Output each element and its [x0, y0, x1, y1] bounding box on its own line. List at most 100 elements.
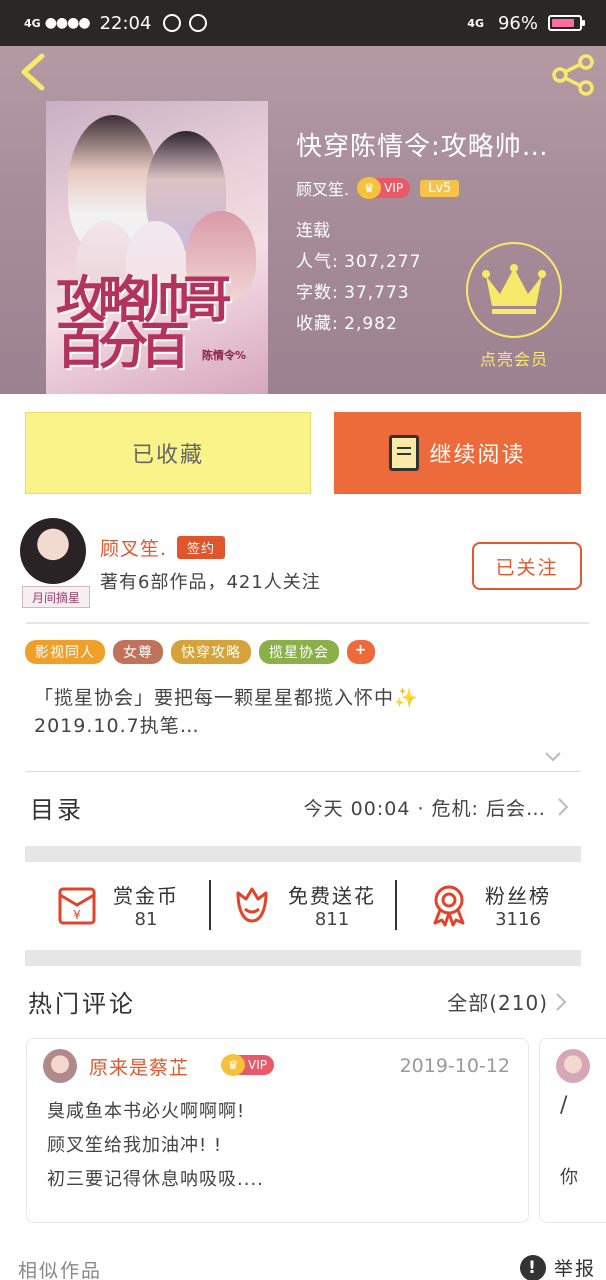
crown-icon: ♛ — [357, 177, 382, 199]
similar-works-title: 相似作品 — [18, 1260, 103, 1280]
qq-icon — [189, 14, 208, 32]
intro-text: 「揽星协会」要把每一颗星星都揽入怀中 — [34, 687, 395, 709]
commenter-avatar[interactable] — [556, 1049, 590, 1083]
signed-badge: 签约 — [177, 536, 226, 559]
divider-band — [25, 950, 581, 966]
fan-ranking-button[interactable]: 粉丝榜 3116 — [397, 880, 581, 930]
sync-icon — [163, 14, 182, 32]
all-comments-link[interactable]: 全部(210) — [447, 987, 548, 1016]
report-label: 举报 — [553, 1258, 596, 1280]
book-author-row: 顾叉笙. ♛ VIP Lv5 — [296, 176, 460, 200]
comment-line: / — [560, 1093, 568, 1118]
comment-card[interactable]: 原来是蔡芷 ♛ VIP 2019-10-12 臭咸鱼本书必火啊啊啊! 顾叉笙给我… — [26, 1038, 529, 1223]
flower-icon — [236, 887, 268, 923]
author-desc: 著有6部作品，421人关注 — [100, 572, 321, 593]
send-flower-label: 免费送花 — [288, 884, 376, 908]
fan-ranking-count: 3116 — [495, 909, 541, 930]
fan-ranking-label: 粉丝榜 — [485, 884, 551, 908]
author-name[interactable]: 顾叉笙. — [100, 534, 167, 561]
cover-subtitle: 陈情令% — [202, 349, 247, 362]
member-ring — [466, 242, 562, 338]
battery-percent: 96% — [497, 12, 538, 34]
follow-button[interactable]: 已关注 — [472, 542, 582, 590]
send-flower-count: 811 — [314, 909, 350, 930]
reward-coins-count: 81 — [134, 909, 158, 930]
member-button[interactable]: 点亮会员 — [464, 242, 564, 370]
popularity-value: 307,277 — [344, 252, 422, 272]
book-title: 快穿陈情令:攻略帅… — [296, 132, 549, 162]
toc-title: 目录 — [30, 795, 84, 824]
avatar-badge: 月间摘星 — [22, 586, 90, 608]
main-content: 已收藏 继续阅读 月间摘星 顾叉笙. 签约 著有6部作品，421人关注 已关注 … — [0, 394, 606, 1280]
comment-text: 臭咸鱼本书必火啊啊啊! 顾叉笙给我加油冲! ! 初三要记得休息呐吸吸.... — [47, 1095, 264, 1197]
author-avatar[interactable] — [20, 518, 86, 584]
commenter-avatar[interactable] — [43, 1049, 77, 1083]
signal-icon: ●●●● — [44, 15, 91, 31]
continue-reading-label: 继续阅读 — [429, 443, 526, 468]
continue-reading-button[interactable]: 继续阅读 — [334, 412, 581, 494]
reward-coins-label: 赏金币 — [113, 884, 179, 908]
favorites-stat: 收藏: 2,982 — [296, 309, 421, 340]
popularity-stat: 人气: 307,277 — [296, 247, 421, 278]
status-time: 22:04 — [99, 12, 152, 34]
back-icon[interactable] — [16, 52, 50, 92]
status-bar: 4G ●●●● 22:04 4G 96% — [0, 0, 606, 46]
crown-icon — [482, 264, 546, 314]
level-badge: Lv5 — [420, 179, 460, 197]
chevron-right-icon[interactable] — [554, 991, 568, 1013]
comment-line: 顾叉笙给我加油冲! ! — [47, 1135, 223, 1156]
tag-chip[interactable]: 揽星协会 — [259, 640, 339, 664]
share-icon[interactable] — [550, 54, 596, 96]
tag-chip[interactable]: 女尊 — [113, 640, 163, 664]
author-name-row: 顾叉笙. 签约 — [100, 534, 226, 561]
hot-comments-header: 热门评论 全部(210) — [28, 984, 568, 1019]
book-status: 连载 — [296, 221, 330, 241]
reward-coins-button[interactable]: ¥ 赏金币 81 — [25, 880, 209, 930]
comment-line: 你 — [560, 1167, 578, 1188]
tag-chip[interactable]: 影视同人 — [25, 640, 105, 664]
report-icon: ! — [519, 1254, 546, 1280]
member-label: 点亮会员 — [479, 350, 548, 369]
author-section: 月间摘星 顾叉笙. 签约 著有6部作品，421人关注 已关注 — [18, 518, 588, 614]
favorited-button[interactable]: 已收藏 — [25, 412, 311, 494]
svg-text:¥: ¥ — [73, 908, 81, 922]
table-of-contents[interactable]: 目录 今天 00:04 · 危机: 后会… — [30, 790, 570, 824]
action-bar: ¥ 赏金币 81 免费送花 811 粉丝榜 3116 — [25, 870, 581, 940]
footer-row: 相似作品 ! 举报 — [18, 1250, 598, 1280]
book-stats: 连载 人气: 307,277 字数: 37,773 收藏: 2,982 — [296, 216, 421, 340]
medal-icon — [433, 885, 465, 927]
book-intro[interactable]: 「揽星协会」要把每一颗星星都揽入怀中✨ 2019.10.7执笔… — [34, 684, 419, 740]
report-button[interactable]: ! 举报 — [519, 1254, 596, 1280]
comment-line: 初三要记得休息呐吸吸.... — [47, 1169, 264, 1190]
divider — [26, 622, 589, 624]
vip-label: VIP — [384, 181, 404, 195]
chevron-down-icon[interactable] — [544, 748, 562, 766]
add-tag-button[interactable]: + — [347, 640, 375, 664]
network-indicator-right: 4G — [467, 16, 484, 30]
send-flower-button[interactable]: 免费送花 811 — [211, 880, 395, 930]
commenter-name[interactable]: 原来是蔡芷 — [89, 1053, 189, 1080]
popularity-label: 人气: — [296, 252, 339, 272]
vip-label: VIP — [248, 1058, 267, 1072]
crown-icon: ♛ — [221, 1054, 245, 1076]
red-envelope-icon: ¥ — [58, 887, 96, 925]
chevron-right-icon — [558, 798, 569, 816]
divider — [26, 771, 581, 772]
intro-line: 2019.10.7执笔… — [34, 715, 200, 737]
book-author[interactable]: 顾叉笙. — [296, 176, 349, 200]
divider-band — [25, 846, 581, 862]
favorites-value: 2,982 — [344, 314, 398, 334]
comment-card[interactable]: / 你 — [539, 1038, 606, 1223]
tag-list: 影视同人 女尊 快穿攻略 揽星协会 + — [25, 640, 375, 664]
book-cover[interactable]: 攻略帅哥百分百 陈情令% — [46, 101, 268, 394]
words-stat: 字数: 37,773 — [296, 278, 421, 309]
sparkle-icon: ✨ — [394, 687, 419, 709]
network-indicator: 4G — [24, 16, 41, 30]
tag-chip[interactable]: 快穿攻略 — [171, 640, 251, 664]
hot-comments-title: 热门评论 — [28, 990, 136, 1018]
book-icon — [389, 435, 420, 471]
comment-line: 臭咸鱼本书必火啊啊啊! — [47, 1101, 246, 1122]
words-value: 37,773 — [344, 283, 410, 303]
vip-badge: ♛ VIP — [221, 1054, 274, 1076]
status-right: 4G 96% — [467, 12, 585, 34]
